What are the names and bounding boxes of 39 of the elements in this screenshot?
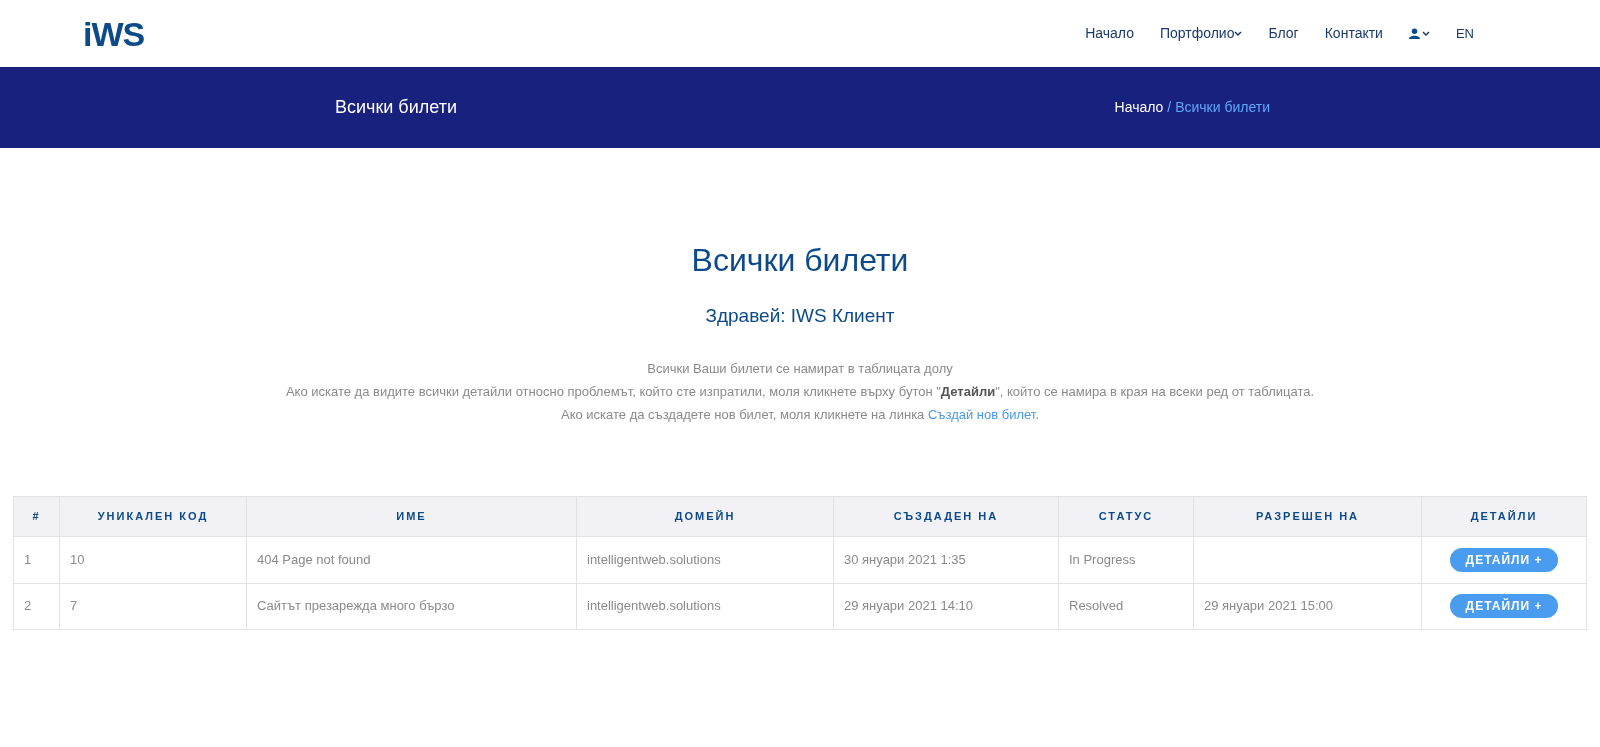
banner-title: Всички билети — [335, 96, 457, 119]
column-header: УНИКАЛЕН КОД — [97, 508, 209, 524]
logo[interactable]: iWS — [83, 16, 145, 51]
nav-link[interactable]: Портфолио — [1159, 23, 1243, 44]
user-icon — [1408, 28, 1420, 39]
table-cell-text: 29 януари 2021 15:00 — [1204, 597, 1334, 616]
table-cell-text: intelligentweb.solutions — [587, 550, 721, 569]
table-cell-text: 1 — [24, 550, 32, 569]
intro-text: Ако искате да създадете нов билет, моля кликнете на линка Създай нов билет. — [560, 405, 1039, 424]
table-cell-text: intelligentweb.solutions — [587, 597, 721, 616]
table-cell-text: In Progress — [1069, 550, 1136, 569]
page-heading: Всички билети — [691, 241, 909, 280]
nav-link[interactable]: Блог — [1268, 23, 1299, 44]
column-header: ДЕТАЙЛИ — [1470, 508, 1538, 524]
user-menu-button[interactable] — [1408, 28, 1430, 39]
table-cell-text: 10 — [70, 550, 85, 569]
chevron-down-icon — [1421, 30, 1430, 37]
column-header: СЪЗДАДЕН НА — [893, 508, 999, 524]
table-cell-text: 2 — [24, 597, 32, 616]
intro-text: Всички Ваши билети се намират в таблицата долу — [647, 359, 953, 378]
table-cell-text: 29 януари 2021 14:10 — [844, 597, 974, 616]
nav-link[interactable]: Контакти — [1324, 23, 1383, 44]
column-header: РАЗРЕШЕН НА — [1255, 508, 1360, 524]
breadcrumb-link[interactable]: Начало — [1114, 97, 1164, 118]
nav-link[interactable]: Начало — [1085, 23, 1134, 44]
table-cell-text: 30 януари 2021 1:35 — [844, 550, 966, 569]
table-cell-text: Resolved — [1069, 597, 1124, 616]
column-header: # — [32, 508, 41, 524]
table-cell-text: 404 Page not found — [257, 550, 371, 569]
table-cell-text: 7 — [70, 597, 78, 616]
column-header: ИМЕ — [396, 508, 427, 524]
intro-text: Ако искате да видите всички детайли относно проблемът, който сте изпратили, моля кликнете върху бутон "Детайли", който се намира в края на всеки ред от таблицата. — [285, 382, 1315, 401]
chevron-down-icon — [1234, 30, 1243, 37]
language-link[interactable]: EN — [1455, 23, 1474, 44]
column-header: ДОМЕЙН — [674, 508, 736, 524]
greeting-text: Здравей: IWS Клиент — [705, 304, 895, 328]
column-header: СТАТУС — [1098, 508, 1154, 524]
breadcrumb-link[interactable]: / Всички билети — [1167, 97, 1270, 118]
table-cell-text: Сайтът презарежда много бързо — [257, 597, 455, 616]
